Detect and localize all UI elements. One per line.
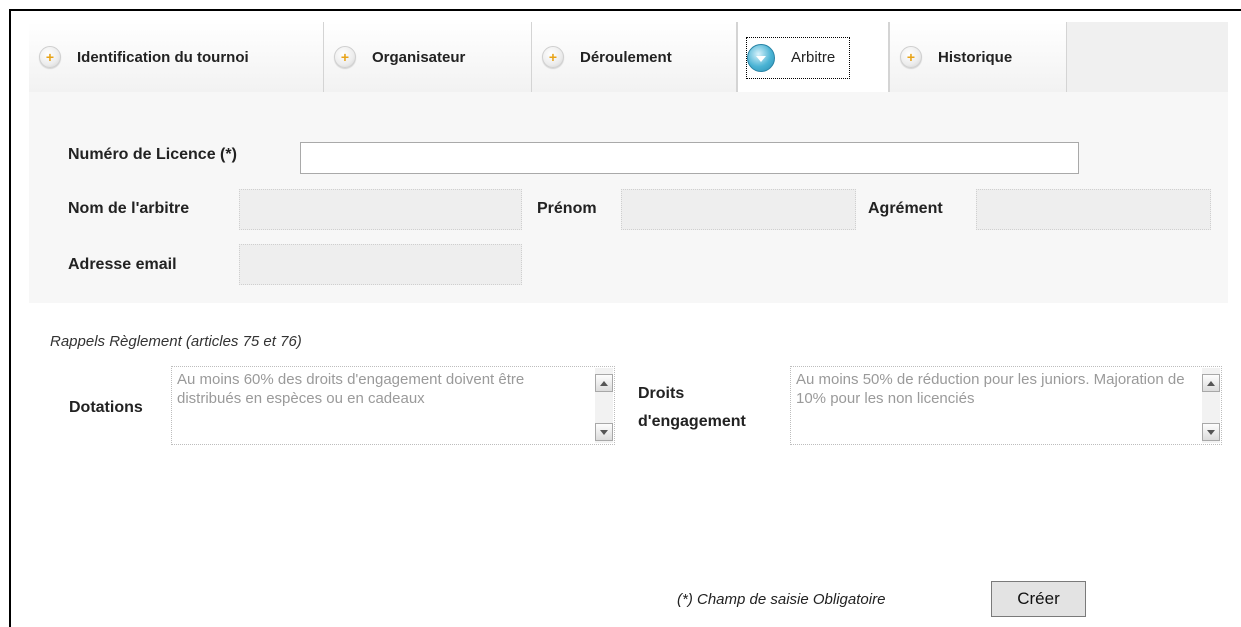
tab-organisateur[interactable]: + Organisateur (324, 22, 532, 92)
tab-bar: + Identification du tournoi + Organisate… (29, 22, 1228, 93)
prenom-field (621, 189, 856, 230)
dotations-textarea[interactable]: Au moins 60% des droits d'engagement doi… (171, 366, 615, 445)
scroll-down-button[interactable] (1202, 423, 1220, 441)
rappels-title: Rappels Règlement (articles 75 et 76) (50, 333, 302, 350)
arrow-down-icon (600, 429, 608, 435)
frame-left-border (9, 9, 11, 627)
droits-textarea[interactable]: Au moins 50% de réduction pour les junio… (790, 366, 1222, 445)
droits-label-line2: d'engagement (638, 413, 746, 430)
agrement-field (976, 189, 1211, 230)
tab-historique[interactable]: + Historique (889, 22, 1067, 92)
plus-icon: + (900, 46, 922, 68)
licence-label: Numéro de Licence (*) (68, 146, 237, 163)
droits-label-line1: Droits (638, 385, 685, 402)
required-note: (*) Champ de saisie Obligatoire (677, 591, 886, 608)
licence-input[interactable] (300, 142, 1079, 174)
dotations-scrollbar[interactable] (595, 368, 613, 443)
agrement-label: Agrément (868, 200, 943, 217)
dotations-text: Au moins 60% des droits d'engagement doi… (177, 371, 525, 407)
scroll-up-button[interactable] (1202, 374, 1220, 392)
email-label: Adresse email (68, 256, 177, 273)
tab-deroulement[interactable]: + Déroulement (532, 22, 737, 92)
tab-identification[interactable]: + Identification du tournoi (29, 22, 324, 92)
nom-arbitre-field (239, 189, 522, 230)
scroll-up-button[interactable] (595, 374, 613, 392)
tab-label: Arbitre (791, 49, 836, 66)
scroll-down-button[interactable] (595, 423, 613, 441)
plus-icon: + (39, 46, 61, 68)
tab-arbitre[interactable]: Arbitre (737, 22, 889, 93)
droits-text: Au moins 50% de réduction pour les junio… (796, 371, 1185, 407)
chevron-down-icon (747, 43, 775, 72)
tab-label: Identification du tournoi (77, 48, 249, 66)
nom-arbitre-label: Nom de l'arbitre (68, 200, 190, 217)
tab-focus-outline: Arbitre (746, 36, 851, 79)
dotations-label: Dotations (69, 399, 143, 416)
arrow-up-icon (600, 380, 608, 386)
plus-icon: + (542, 46, 564, 68)
email-field (239, 244, 522, 285)
frame-top-border (9, 9, 1241, 11)
tab-label: Historique (938, 48, 1013, 66)
droits-scrollbar[interactable] (1202, 368, 1220, 443)
tab-label: Déroulement (580, 48, 672, 66)
create-button[interactable]: Créer (991, 581, 1086, 617)
tab-label: Organisateur (372, 48, 466, 66)
prenom-label: Prénom (537, 200, 597, 217)
arrow-up-icon (1207, 380, 1215, 386)
arrow-down-icon (1207, 429, 1215, 435)
plus-icon: + (334, 46, 356, 68)
